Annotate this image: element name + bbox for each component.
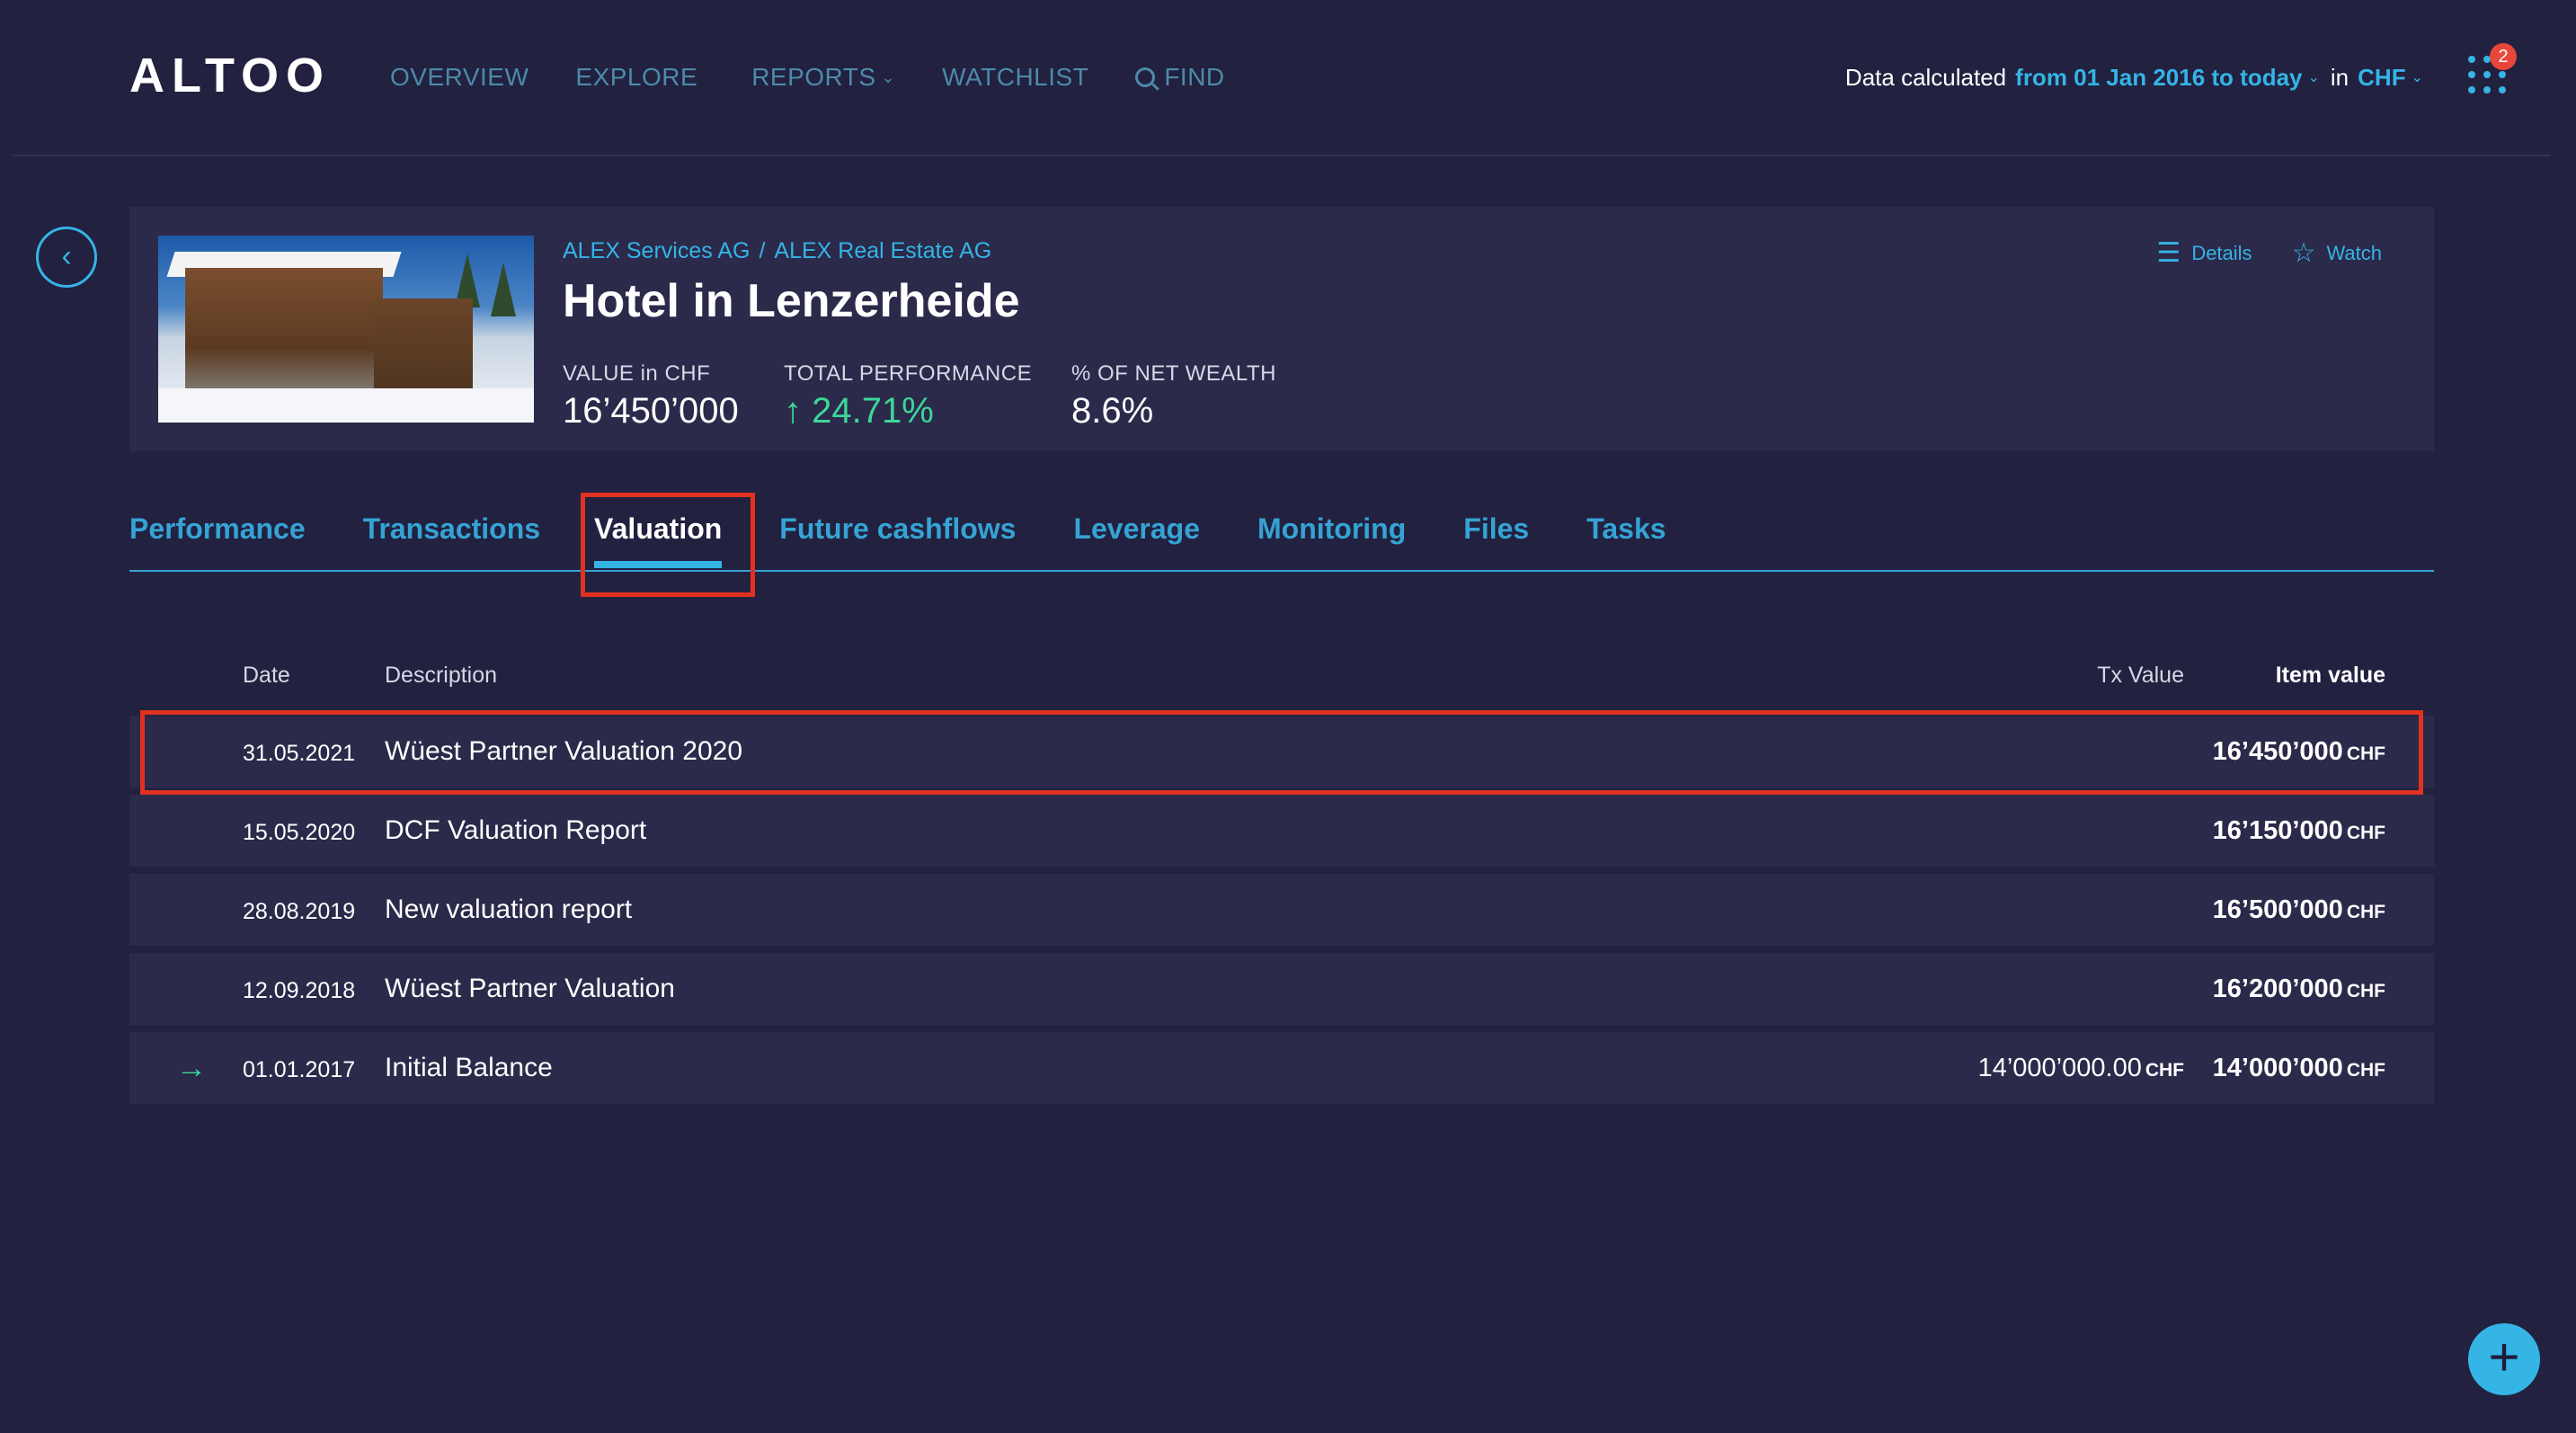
watch-label: Watch xyxy=(2326,241,2382,264)
asset-header-card: ALEX Services AG / ALEX Real Estate AG Hot… xyxy=(129,207,2434,451)
row-date: 01.01.2017 xyxy=(243,1057,356,1082)
details-label: Details xyxy=(2191,241,2252,264)
nav-watchlist-label: WATCHLIST xyxy=(942,63,1089,91)
column-header-date[interactable]: Date xyxy=(243,656,290,694)
chevron-down-icon: ⌄ xyxy=(2411,70,2423,85)
row-description: DCF Valuation Report xyxy=(385,815,647,845)
watch-button[interactable]: ☆ Watch xyxy=(2292,237,2382,269)
kpi-total-performance: TOTAL PERFORMANCE ↑ 24.71% xyxy=(784,360,1032,433)
nav-explore[interactable]: EXPLORE xyxy=(575,58,697,97)
plus-icon: + xyxy=(2488,1327,2520,1387)
top-divider xyxy=(13,155,2551,156)
kpi-value-number: ↑ 24.71% xyxy=(784,391,934,431)
tab-performance[interactable]: Performance xyxy=(129,503,306,554)
kpi-net-wealth: % OF NET WEALTH 8.6% xyxy=(1071,360,1276,433)
nav-overview-label: OVERVIEW xyxy=(390,63,529,91)
date-range-selector[interactable]: from 01 Jan 2016 to today xyxy=(2015,64,2302,92)
search-icon xyxy=(1135,67,1156,87)
kpi-value-number: 8.6% xyxy=(1071,391,1154,431)
table-row[interactable]: 15.05.2020 DCF Valuation Report 16’150’0… xyxy=(129,795,2434,867)
row-description: Wüest Partner Valuation xyxy=(385,974,675,1003)
tab-future-cashflows[interactable]: Future cashflows xyxy=(779,503,1016,554)
nav-watchlist[interactable]: WATCHLIST xyxy=(942,58,1088,97)
row-description: New valuation report xyxy=(385,895,633,924)
kpi-label: % OF NET WEALTH xyxy=(1071,361,1276,386)
breadcrumb: ALEX Services AG / ALEX Real Estate AG xyxy=(563,236,991,266)
notification-badge: 2 xyxy=(2490,43,2517,70)
altoo-logo[interactable]: ALTOO xyxy=(129,49,331,102)
row-date: 28.08.2019 xyxy=(243,899,356,924)
list-icon: ☰ xyxy=(2156,238,2181,268)
chevron-left-icon: ‹ xyxy=(61,239,72,273)
arrow-right-icon: → xyxy=(176,1051,207,1085)
row-date: 15.05.2020 xyxy=(243,820,356,845)
tab-transactions[interactable]: Transactions xyxy=(363,503,540,554)
kpi-value: VALUE in CHF 16’450’000 xyxy=(563,360,739,433)
row-description: Initial Balance xyxy=(385,1053,553,1082)
asset-tabs: Performance Transactions Valuation Futur… xyxy=(129,503,1724,574)
column-header-tx-value[interactable]: Tx Value xyxy=(2097,656,2184,694)
valuation-table-header: Date Description Tx Value Item value xyxy=(129,656,2434,694)
nav-reports[interactable]: REPORTS ⌄ xyxy=(751,58,895,97)
calc-in: in xyxy=(2330,63,2349,91)
nav-overview[interactable]: OVERVIEW xyxy=(390,58,529,97)
nav-find[interactable]: FIND xyxy=(1135,58,1224,97)
row-item-value: 16’150’000 CHF xyxy=(2212,816,2385,845)
annotation-highlight-tab xyxy=(581,493,755,597)
row-date: 12.09.2018 xyxy=(243,978,356,1003)
apps-menu-button[interactable]: 2 xyxy=(2466,43,2517,93)
tab-leverage[interactable]: Leverage xyxy=(1073,503,1200,554)
nav-find-label: FIND xyxy=(1164,63,1225,91)
card-actions: ☰ Details ☆ Watch xyxy=(2117,237,2382,269)
tab-files[interactable]: Files xyxy=(1463,503,1529,554)
column-header-item-value[interactable]: Item value xyxy=(2276,656,2385,694)
back-button[interactable]: ‹ xyxy=(36,227,97,288)
tab-tasks[interactable]: Tasks xyxy=(1586,503,1666,554)
table-row[interactable]: 28.08.2019 New valuation report 16’500’0… xyxy=(129,874,2434,946)
asset-photo xyxy=(158,236,534,423)
column-header-description[interactable]: Description xyxy=(385,656,497,694)
asset-title: Hotel in Lenzerheide xyxy=(563,275,1020,327)
chevron-down-icon: ⌄ xyxy=(881,68,896,86)
star-icon: ☆ xyxy=(2291,238,2316,268)
add-button[interactable]: + xyxy=(2468,1323,2540,1395)
kpi-value-number: 16’450’000 xyxy=(563,391,739,431)
row-item-value: 14’000’000 CHF xyxy=(2212,1054,2385,1082)
breadcrumb-separator: / xyxy=(759,238,766,263)
row-item-value: 16’200’000 CHF xyxy=(2212,975,2385,1003)
row-tx-value: 14’000’000.00 CHF xyxy=(1977,1054,2184,1082)
tab-monitoring[interactable]: Monitoring xyxy=(1257,503,1406,554)
details-button[interactable]: ☰ Details xyxy=(2156,237,2252,269)
data-calculation-range: Data calculated from 01 Jan 2016 to toda… xyxy=(1845,58,2423,97)
calc-prefix: Data calculated xyxy=(1844,63,2007,91)
kpi-label: TOTAL PERFORMANCE xyxy=(784,361,1033,386)
kpi-label: VALUE in CHF xyxy=(563,361,711,386)
row-item-value: 16’500’000 CHF xyxy=(2212,895,2385,924)
breadcrumb-item[interactable]: ALEX Services AG xyxy=(563,238,750,263)
currency-selector[interactable]: CHF xyxy=(2358,64,2405,92)
top-bar: ALTOO OVERVIEW EXPLORE REPORTS ⌄ WATCHLIS… xyxy=(0,0,2576,155)
main-nav: OVERVIEW EXPLORE REPORTS ⌄ WATCHLIST FIND xyxy=(390,58,1272,97)
breadcrumb-item[interactable]: ALEX Real Estate AG xyxy=(774,238,991,263)
annotation-highlight-row xyxy=(140,710,2423,795)
table-row[interactable]: → 01.01.2017 Initial Balance 14’000’000.… xyxy=(129,1032,2434,1104)
tabs-underline xyxy=(129,570,2434,572)
nav-reports-label: REPORTS xyxy=(751,63,876,91)
table-row[interactable]: 12.09.2018 Wüest Partner Valuation 16’20… xyxy=(129,953,2434,1025)
nav-explore-label: EXPLORE xyxy=(575,63,698,91)
chevron-down-icon: ⌄ xyxy=(2307,70,2320,85)
